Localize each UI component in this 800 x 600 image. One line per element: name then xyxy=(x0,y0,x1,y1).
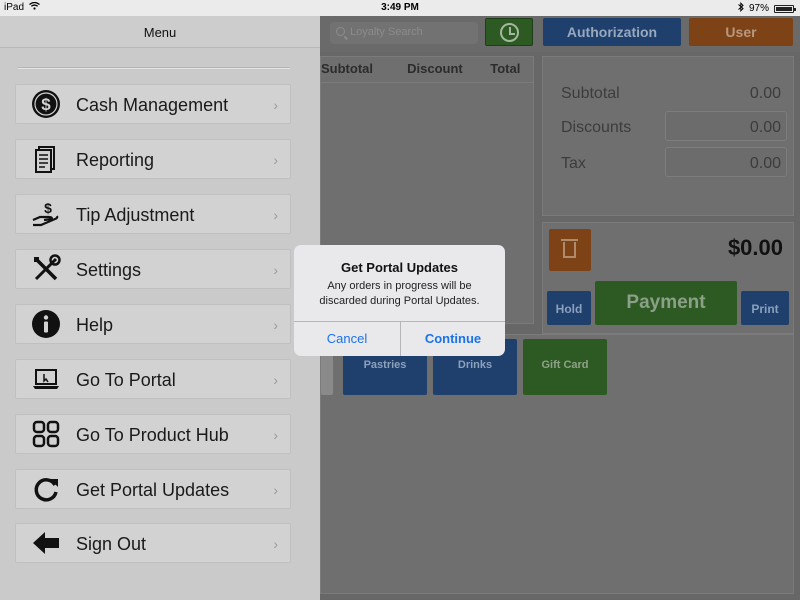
arrow-left-icon xyxy=(30,529,62,557)
menu-item-cash-management[interactable]: $ Cash Management › xyxy=(15,84,291,124)
side-menu: Menu $ Cash Management › Reporting › $ T… xyxy=(0,16,320,600)
print-button[interactable]: Print xyxy=(741,291,789,325)
bluetooth-icon xyxy=(738,1,744,15)
menu-item-sign-out[interactable]: Sign Out › xyxy=(15,523,291,563)
menu-item-reporting[interactable]: Reporting › xyxy=(15,139,291,179)
menu-title: Menu xyxy=(0,16,320,48)
totals-panel: Subtotal 0.00 Discounts 0.00 Tax 0.00 xyxy=(542,56,794,216)
svg-text:$: $ xyxy=(44,200,52,216)
user-button[interactable]: User xyxy=(689,18,793,46)
menu-item-label: Sign Out xyxy=(76,534,147,554)
refresh-icon xyxy=(30,475,62,503)
continue-button[interactable]: Continue xyxy=(401,322,505,356)
column-discount: Discount xyxy=(407,61,463,76)
menu-item-get-portal-updates[interactable]: Get Portal Updates › xyxy=(15,469,291,509)
chevron-right-icon: › xyxy=(273,97,278,113)
subtotal-label: Subtotal xyxy=(561,85,620,102)
status-bar: iPad 3:49 PM 97% xyxy=(0,0,800,16)
menu-divider xyxy=(18,67,290,69)
loyalty-search-input[interactable]: Loyalty Search xyxy=(330,22,478,44)
hand-dollar-icon: $ xyxy=(30,200,62,228)
chevron-right-icon: › xyxy=(273,317,278,333)
menu-item-label: Go To Product Hub xyxy=(76,425,229,445)
clock-button[interactable] xyxy=(485,18,533,46)
discounts-value: 0.00 xyxy=(749,119,781,136)
subtotal-row: Subtotal 0.00 xyxy=(561,77,787,109)
dollar-icon: $ xyxy=(30,90,62,118)
column-total: Total xyxy=(490,61,521,76)
menu-item-go-to-product-hub[interactable]: Go To Product Hub › xyxy=(15,414,291,454)
payment-button[interactable]: Payment xyxy=(595,281,737,325)
menu-item-go-to-portal[interactable]: Go To Portal › xyxy=(15,359,291,399)
chevron-right-icon: › xyxy=(273,152,278,168)
menu-item-label: Reporting xyxy=(76,150,155,170)
clear-order-button[interactable] xyxy=(549,229,591,271)
info-icon xyxy=(30,310,62,338)
menu-item-label: Help xyxy=(76,315,114,335)
chevron-right-icon: › xyxy=(273,262,278,278)
chevron-right-icon: › xyxy=(273,207,278,223)
chevron-right-icon: › xyxy=(273,482,278,498)
menu-item-tip-adjustment[interactable]: $ Tip Adjustment › xyxy=(15,194,291,234)
category-area: Pastries Drinks Gift Card xyxy=(320,334,794,594)
loyalty-search-placeholder: Loyalty Search xyxy=(350,26,423,38)
menu-item-settings[interactable]: Settings › xyxy=(15,249,291,289)
order-header: Subtotal Discount Total xyxy=(321,57,533,83)
battery-icon xyxy=(774,4,796,13)
authorization-button[interactable]: Authorization xyxy=(543,18,681,46)
subtotal-value: 0.00 xyxy=(749,85,781,102)
discounts-label: Discounts xyxy=(561,119,632,136)
battery-percent: 97% xyxy=(748,3,769,14)
chevron-right-icon: › xyxy=(273,372,278,388)
discounts-row: Discounts 0.00 xyxy=(561,111,787,143)
trash-icon xyxy=(563,242,576,258)
menu-item-label: Cash Management xyxy=(76,95,229,115)
tax-value: 0.00 xyxy=(749,155,781,172)
tools-icon xyxy=(30,254,62,283)
search-icon xyxy=(336,27,345,36)
column-subtotal: Subtotal xyxy=(321,61,373,76)
grid-icon xyxy=(30,420,62,448)
menu-item-help[interactable]: Help › xyxy=(15,304,291,344)
menu-item-label: Get Portal Updates xyxy=(76,480,230,500)
dialog-message: Any orders in progress will be discarded… xyxy=(319,280,480,307)
status-time: 3:49 PM xyxy=(381,2,419,13)
cancel-button[interactable]: Cancel xyxy=(294,322,400,356)
portal-updates-dialog: Get Portal Updates Any orders in progres… xyxy=(294,245,505,356)
chevron-right-icon: › xyxy=(273,427,278,443)
chevron-right-icon: › xyxy=(273,536,278,552)
menu-item-label: Go To Portal xyxy=(76,370,176,390)
category-gift-card[interactable]: Gift Card xyxy=(523,339,607,395)
order-amount: $0.00 xyxy=(727,235,783,260)
svg-text:$: $ xyxy=(41,95,51,114)
clock-icon xyxy=(500,23,519,42)
dialog-title: Get Portal Updates xyxy=(340,260,459,275)
menu-item-label: Tip Adjustment xyxy=(76,205,195,225)
tax-row: Tax 0.00 xyxy=(561,147,787,179)
trash-lid xyxy=(561,239,578,241)
tax-label: Tax xyxy=(561,155,586,172)
amount-panel: $0.00 Hold Payment Print xyxy=(542,222,794,334)
document-icon xyxy=(30,145,62,173)
laptop-icon xyxy=(30,365,62,393)
hold-button[interactable]: Hold xyxy=(547,291,591,325)
menu-item-label: Settings xyxy=(76,260,142,280)
